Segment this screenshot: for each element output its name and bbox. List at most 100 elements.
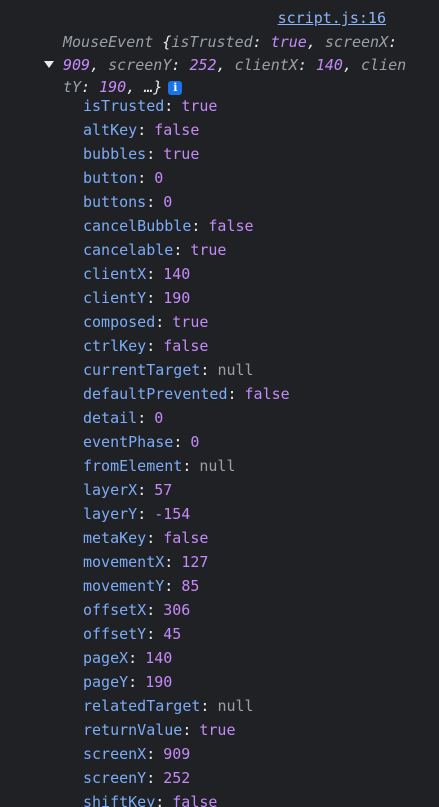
preview-key: screenX — [324, 33, 389, 51]
property-colon: : — [146, 769, 156, 787]
property-row-ctrlKey[interactable]: ctrlKey: false — [83, 334, 290, 358]
property-row-composed[interactable]: composed: true — [83, 310, 290, 334]
property-row-movementY[interactable]: movementY: 85 — [83, 574, 290, 598]
property-key: defaultPrevented — [83, 385, 228, 403]
property-colon: : — [146, 265, 156, 283]
property-colon: : — [146, 289, 156, 307]
property-value: false — [163, 529, 209, 547]
property-key: offsetY — [83, 625, 147, 643]
property-colon: : — [137, 169, 147, 187]
property-row-returnValue[interactable]: returnValue: true — [83, 718, 290, 742]
object-summary[interactable]: MouseEvent {isTrusted: true, screenX: 90… — [63, 31, 408, 99]
preview-comma: , — [342, 55, 362, 74]
property-value: -154 — [154, 505, 191, 523]
property-value: false — [244, 385, 290, 403]
property-key: isTrusted — [83, 97, 165, 115]
property-colon: : — [164, 553, 174, 571]
property-value: null — [217, 697, 254, 715]
property-value: 0 — [190, 433, 200, 451]
property-key: metaKey — [83, 529, 147, 547]
property-colon: : — [173, 241, 183, 259]
property-colon: : — [146, 145, 156, 163]
property-value: 85 — [181, 577, 200, 595]
property-row-eventPhase[interactable]: eventPhase: 0 — [83, 430, 290, 454]
property-row-pageY[interactable]: pageY: 190 — [83, 670, 290, 694]
source-link[interactable]: script.js:16 — [278, 8, 386, 28]
property-key: layerX — [83, 481, 138, 499]
info-icon[interactable]: i — [168, 80, 183, 95]
property-colon: : — [128, 649, 138, 667]
property-value: false — [154, 121, 200, 139]
property-colon: : — [146, 601, 156, 619]
property-colon: : — [137, 121, 147, 139]
property-row-offsetX[interactable]: offsetX: 306 — [83, 598, 290, 622]
property-value: true — [172, 313, 209, 331]
property-row-pageX[interactable]: pageX: 140 — [83, 646, 290, 670]
property-colon: : — [191, 217, 201, 235]
property-colon: : — [155, 793, 165, 807]
property-key: altKey — [83, 121, 138, 139]
preview-colon: : — [297, 55, 316, 74]
property-row-fromElement[interactable]: fromElement: null — [83, 454, 290, 478]
property-key: clientX — [83, 265, 147, 283]
property-key: ctrlKey — [83, 337, 147, 355]
property-row-layerX[interactable]: layerX: 57 — [83, 478, 290, 502]
property-key: screenY — [83, 769, 147, 787]
property-row-layerY[interactable]: layerY: -154 — [83, 502, 290, 526]
property-row-screenX[interactable]: screenX: 909 — [83, 742, 290, 766]
property-row-button[interactable]: button: 0 — [83, 166, 290, 190]
property-row-defaultPrevented[interactable]: defaultPrevented: false — [83, 382, 290, 406]
property-key: composed — [83, 313, 156, 331]
preview-colon: : — [252, 33, 271, 51]
preview-colon: : — [171, 55, 190, 74]
property-row-screenY[interactable]: screenY: 252 — [83, 766, 290, 790]
property-row-movementX[interactable]: movementX: 127 — [83, 550, 290, 574]
property-value: 140 — [145, 649, 173, 667]
property-row-bubbles[interactable]: bubbles: true — [83, 142, 290, 166]
property-key: returnValue — [83, 721, 183, 739]
property-value: true — [163, 145, 200, 163]
property-value: 57 — [154, 481, 173, 499]
property-row-cancelable[interactable]: cancelable: true — [83, 238, 290, 262]
property-key: offsetX — [83, 601, 147, 619]
property-value: 127 — [181, 553, 209, 571]
property-colon: : — [128, 673, 138, 691]
property-key: screenX — [83, 745, 147, 763]
preview-comma: , — [216, 55, 235, 74]
property-value: true — [199, 721, 236, 739]
property-value: 190 — [145, 673, 173, 691]
property-row-altKey[interactable]: altKey: false — [83, 118, 290, 142]
property-value: 252 — [163, 769, 191, 787]
property-row-clientX[interactable]: clientX: 140 — [83, 262, 290, 286]
property-key: button — [83, 169, 138, 187]
property-value: 0 — [163, 193, 173, 211]
property-row-metaKey[interactable]: metaKey: false — [83, 526, 290, 550]
property-row-buttons[interactable]: buttons: 0 — [83, 190, 290, 214]
property-key: layerY — [83, 505, 138, 523]
property-value: 306 — [163, 601, 191, 619]
property-colon: : — [146, 337, 156, 355]
expand-triangle-icon[interactable] — [44, 61, 54, 68]
property-row-relatedTarget[interactable]: relatedTarget: null — [83, 694, 290, 718]
property-value: true — [190, 241, 227, 259]
property-row-isTrusted[interactable]: isTrusted: true — [83, 94, 290, 118]
property-colon: : — [146, 625, 156, 643]
property-value: 0 — [154, 409, 164, 427]
property-colon: : — [137, 505, 147, 523]
preview-key: isTrusted — [171, 33, 253, 51]
preview-key: screenY — [108, 55, 172, 74]
property-key: clientY — [83, 289, 147, 307]
property-value: 190 — [163, 289, 191, 307]
property-colon: : — [137, 409, 147, 427]
property-colon: : — [146, 529, 156, 547]
preview-value: 140 — [315, 55, 343, 74]
preview-comma: , — [306, 33, 325, 51]
property-row-cancelBubble[interactable]: cancelBubble: false — [83, 214, 290, 238]
property-key: movementY — [83, 577, 165, 595]
property-row-offsetY[interactable]: offsetY: 45 — [83, 622, 290, 646]
property-key: relatedTarget — [83, 697, 201, 715]
property-row-shiftKey[interactable]: shiftKey: false — [83, 790, 290, 807]
property-row-detail[interactable]: detail: 0 — [83, 406, 290, 430]
property-row-clientY[interactable]: clientY: 190 — [83, 286, 290, 310]
property-row-currentTarget[interactable]: currentTarget: null — [83, 358, 290, 382]
